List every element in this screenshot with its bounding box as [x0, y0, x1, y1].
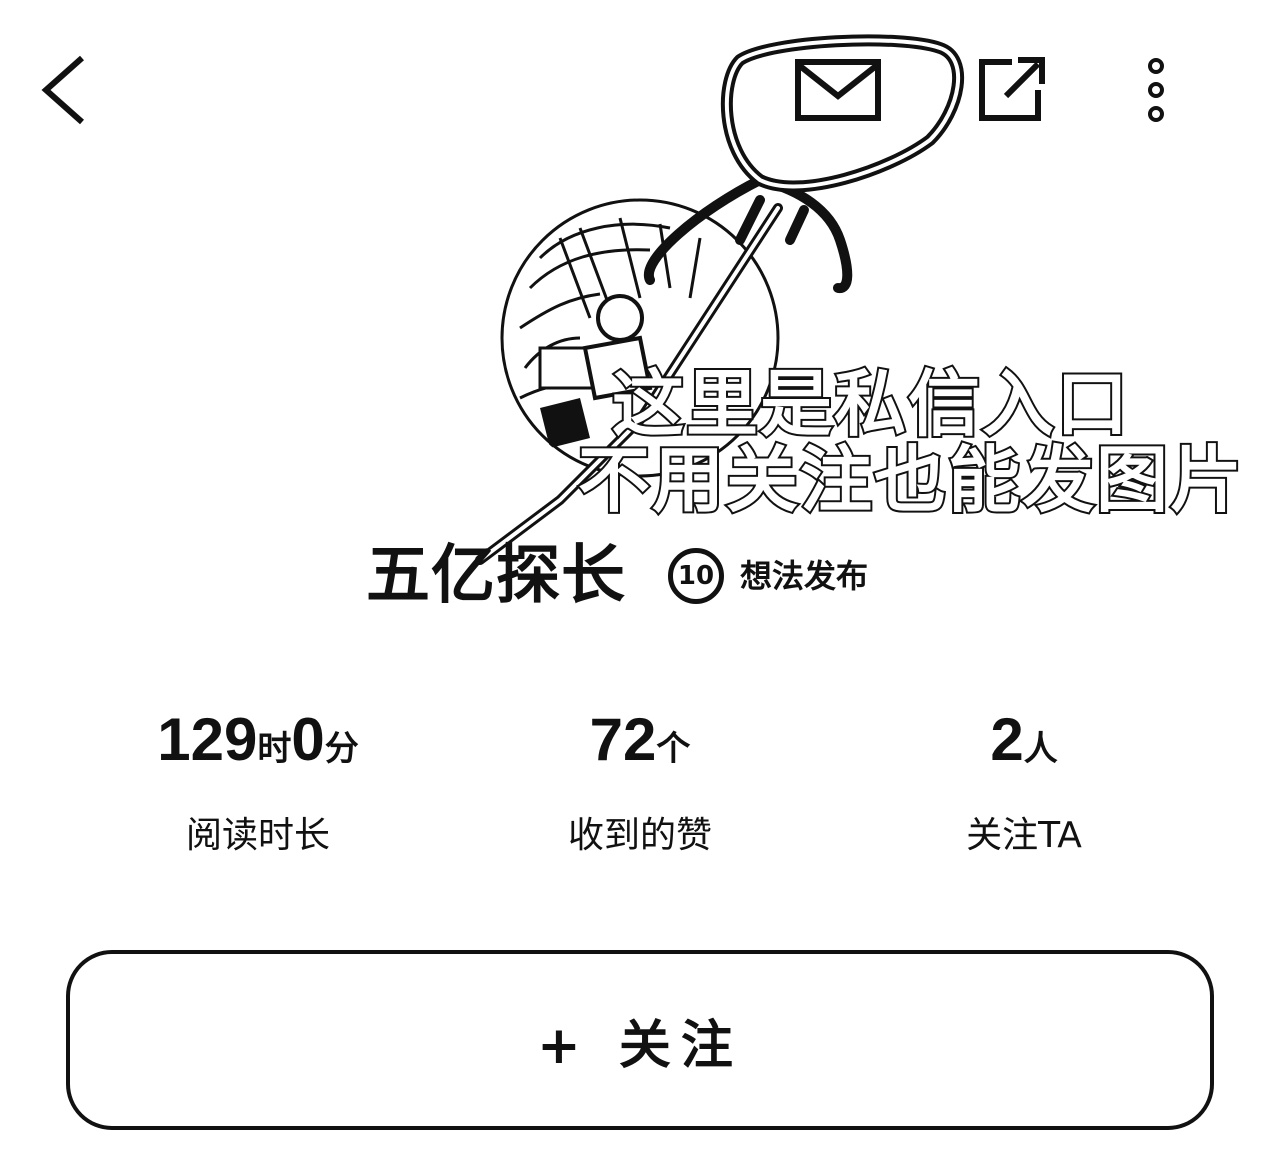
stat-value: 129: [157, 706, 258, 773]
stat-label-followers: 关注TA: [966, 815, 1082, 856]
stat-value-2: 0: [291, 706, 325, 773]
level-number: 10: [677, 561, 715, 591]
stat-likes[interactable]: 72个: [440, 700, 840, 789]
annotation-line-2: 不用关注也能发图片: [576, 438, 1245, 522]
stat-value: 72: [589, 706, 657, 773]
stat-value: 2: [990, 706, 1024, 773]
follow-button-label: + 关注: [537, 1015, 743, 1076]
profile-name: 五亿探长: [366, 538, 626, 613]
stat-unit: 人: [1023, 730, 1058, 768]
stat-followers[interactable]: 2人: [824, 700, 1224, 789]
stat-label-likes: 收到的赞: [567, 815, 712, 856]
level-badge[interactable]: 10: [668, 548, 724, 604]
stat-unit: 个: [656, 730, 691, 768]
follow-button[interactable]: + 关注: [66, 950, 1214, 1130]
stat-unit: 时: [257, 730, 292, 768]
stat-unit-2: 分: [324, 730, 359, 768]
stat-label-reading-time: 阅读时长: [185, 815, 330, 856]
badge-label[interactable]: 想法发布: [740, 552, 868, 600]
stat-reading-time[interactable]: 129时0分: [58, 700, 458, 789]
annotation-line-1: 这里是私信入口: [610, 362, 1131, 446]
